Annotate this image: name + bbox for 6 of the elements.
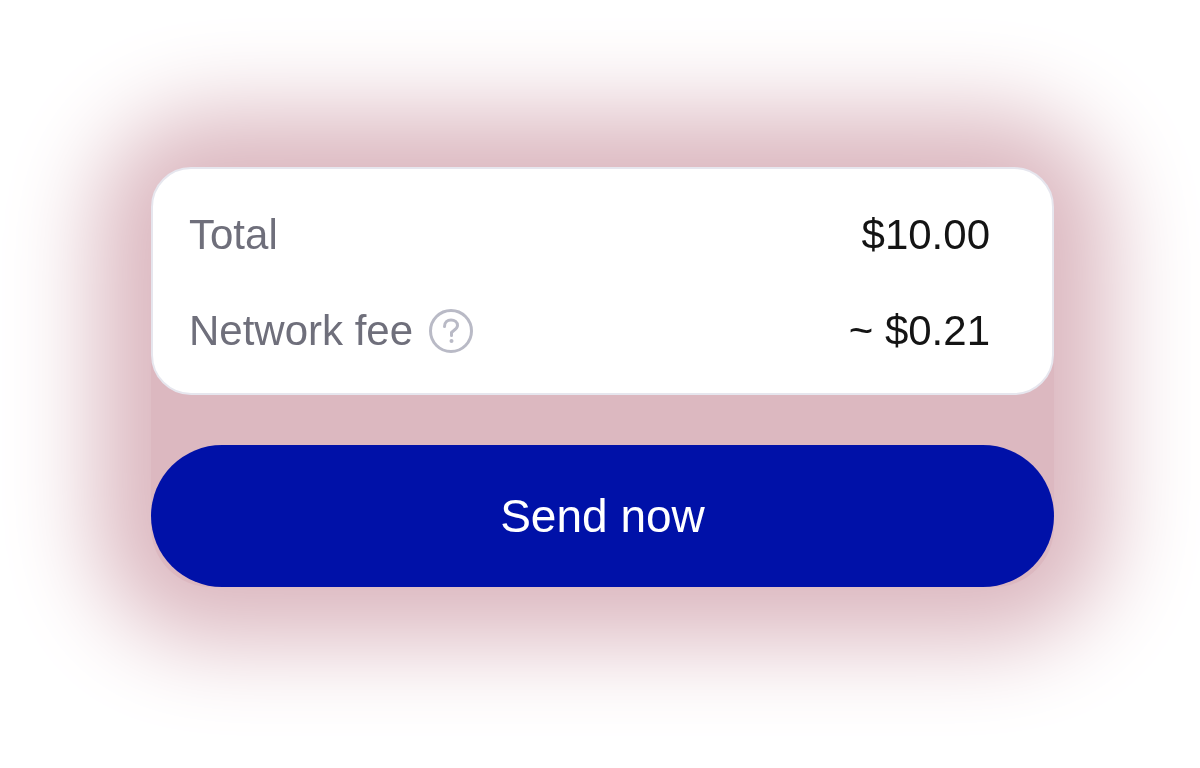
- row-label: Network fee: [189, 310, 414, 352]
- send-now-button[interactable]: Send now: [151, 445, 1054, 587]
- row-value: $10.00: [861, 214, 990, 256]
- row-value: ~ $0.21: [848, 310, 990, 352]
- row-label: Total: [189, 214, 278, 256]
- help-icon[interactable]: [429, 309, 474, 353]
